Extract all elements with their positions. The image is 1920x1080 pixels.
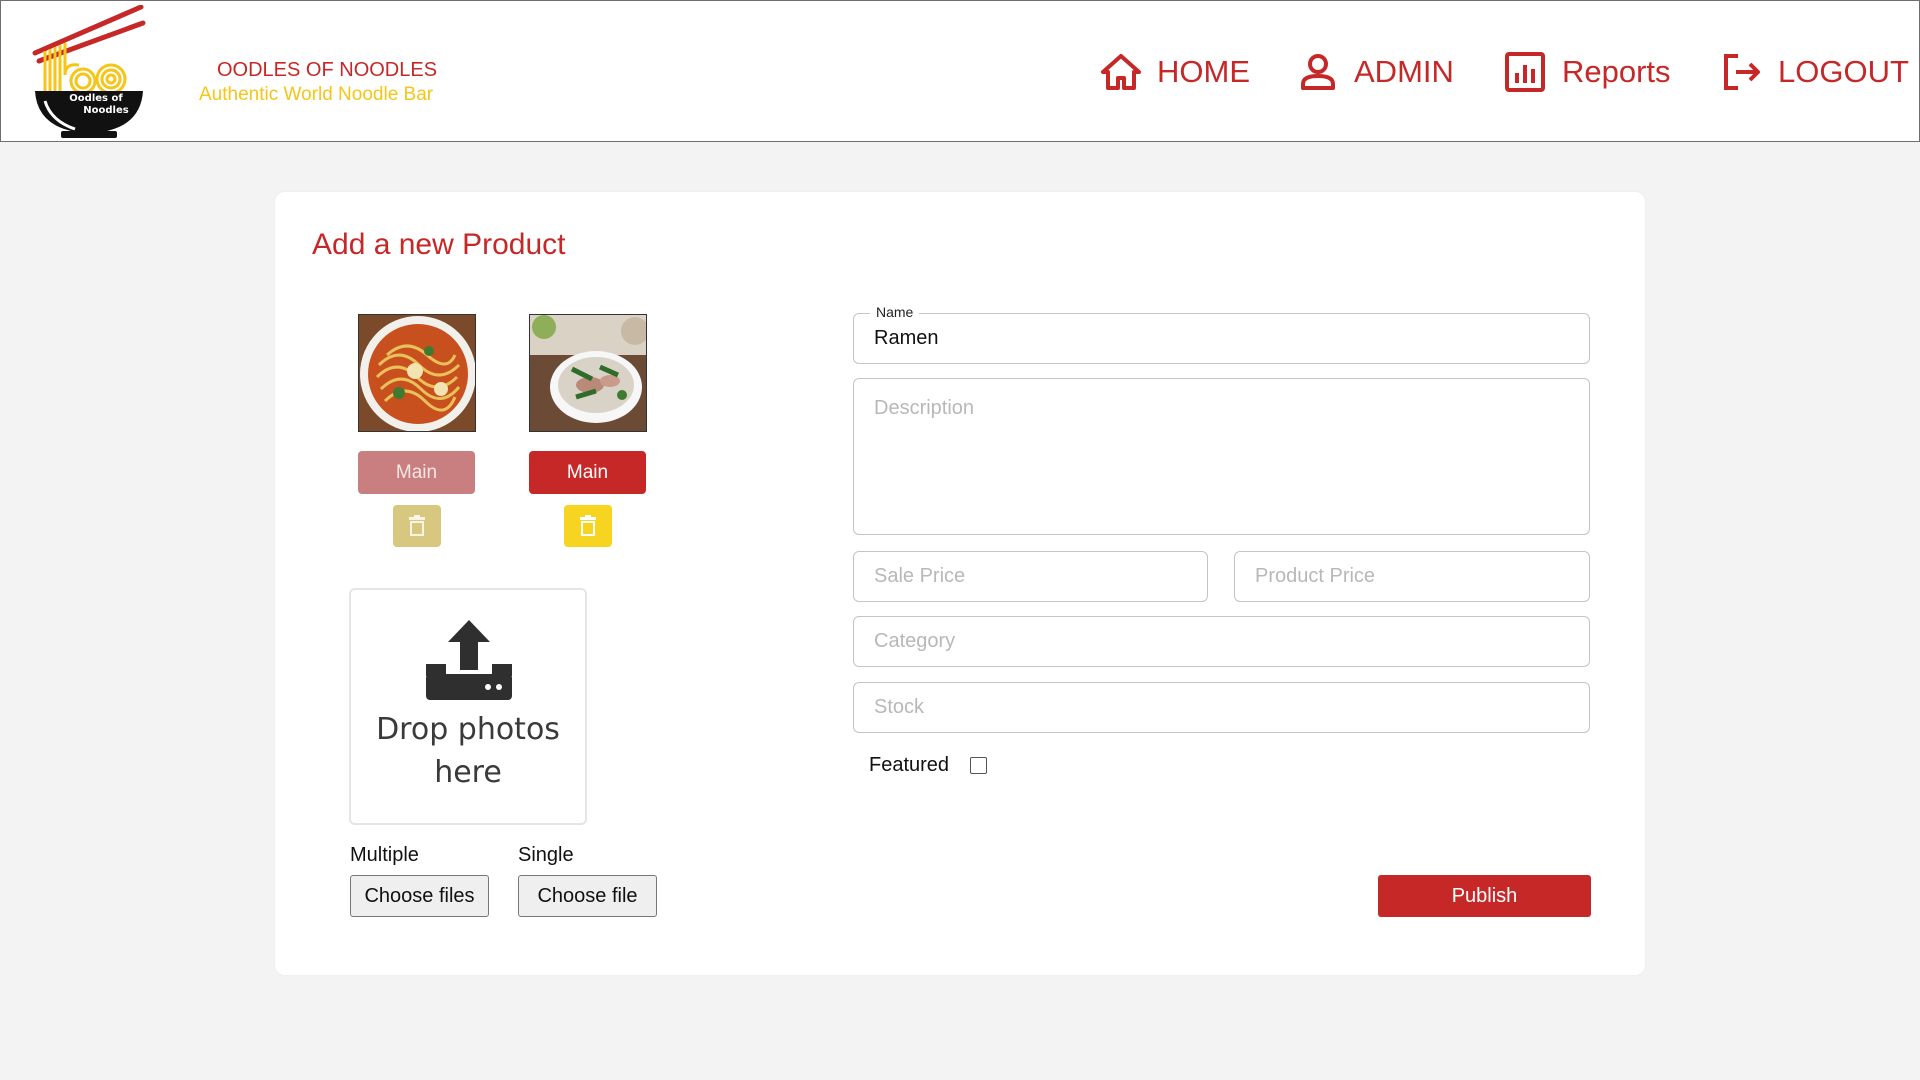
- description-input[interactable]: [854, 379, 1589, 534]
- dropzone-text: Drop photos here: [351, 708, 585, 794]
- dropzone-text-line1: Drop photos: [376, 712, 560, 747]
- person-icon: [1301, 54, 1335, 90]
- product-price-input[interactable]: [1235, 552, 1589, 601]
- trash-icon: [580, 515, 596, 536]
- category-input[interactable]: [854, 617, 1589, 666]
- upload-icon: [426, 620, 512, 700]
- product-image-thumbnail[interactable]: [529, 314, 647, 432]
- nav-reports-label: Reports: [1562, 54, 1671, 89]
- logout-icon: [1724, 54, 1760, 90]
- set-main-button[interactable]: Main: [358, 451, 475, 494]
- delete-image-button[interactable]: [393, 505, 441, 547]
- publish-button[interactable]: Publish: [1378, 875, 1591, 917]
- logo-text-line2: Noodles: [83, 105, 129, 116]
- name-field-label: Name: [870, 304, 920, 320]
- product-image-thumbnail[interactable]: [358, 314, 476, 432]
- top-bar: Oodles of Noodles OODLES OF NOODLES Auth…: [0, 0, 1920, 142]
- featured-option: Featured: [869, 754, 988, 777]
- nav-logout-label: LOGOUT: [1778, 54, 1909, 89]
- stock-field: [853, 682, 1590, 733]
- nav-home-label: HOME: [1157, 54, 1250, 89]
- photo-dropzone[interactable]: Drop photos here: [349, 588, 587, 825]
- home-icon: [1101, 54, 1141, 90]
- description-field: [853, 378, 1590, 535]
- nav-admin-label: ADMIN: [1354, 54, 1454, 89]
- name-field: Name: [853, 304, 1590, 364]
- single-upload-label: Single: [518, 844, 574, 866]
- category-field: [853, 616, 1590, 667]
- nav-logout[interactable]: LOGOUT: [1722, 49, 1909, 95]
- nav-admin[interactable]: ADMIN: [1298, 49, 1454, 95]
- featured-checkbox[interactable]: [970, 757, 988, 774]
- choose-files-button[interactable]: Choose files: [350, 875, 489, 917]
- dropzone-text-line2: here: [434, 755, 502, 790]
- trash-icon: [409, 515, 425, 536]
- brand-block: OODLES OF NOODLES Authentic World Noodle…: [199, 58, 459, 107]
- logo-text-line1: Oodles of: [69, 93, 123, 104]
- product-price-field: [1234, 551, 1590, 602]
- featured-label: Featured: [869, 754, 950, 776]
- brand-logo[interactable]: Oodles of Noodles: [31, 4, 149, 141]
- set-main-button[interactable]: Main: [529, 451, 646, 494]
- bar-chart-icon: [1505, 52, 1545, 92]
- page-title: Add a new Product: [312, 228, 566, 261]
- name-input[interactable]: [854, 314, 1589, 363]
- add-product-card: Add a new Product Main Main Drop photos …: [275, 192, 1645, 975]
- multiple-upload-label: Multiple: [350, 844, 419, 866]
- stock-input[interactable]: [854, 683, 1589, 732]
- nav-reports[interactable]: Reports: [1504, 49, 1671, 95]
- nav-home[interactable]: HOME: [1101, 49, 1250, 95]
- choose-file-button[interactable]: Choose file: [518, 875, 657, 917]
- sale-price-field: [853, 551, 1208, 602]
- brand-tagline: Authentic World Noodle Bar: [199, 84, 434, 105]
- delete-image-button[interactable]: [564, 505, 612, 547]
- brand-name: OODLES OF NOODLES: [217, 59, 438, 81]
- sale-price-input[interactable]: [854, 552, 1207, 601]
